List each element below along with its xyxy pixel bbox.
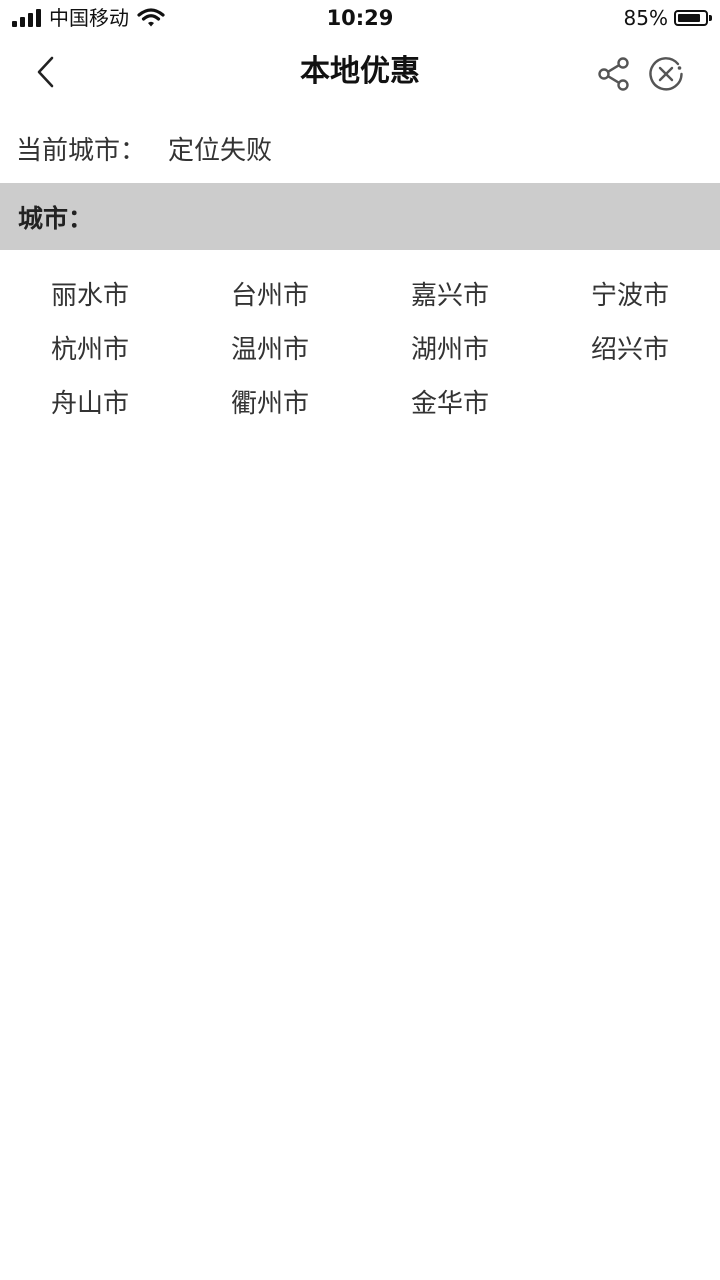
- close-button[interactable]: [646, 54, 686, 94]
- city-grid: 丽水市 台州市 嘉兴市 宁波市 杭州市 温州市 湖州市 绍兴市 舟山市 衢州市 …: [0, 266, 720, 428]
- city-item[interactable]: 舟山市: [0, 374, 180, 428]
- city-section-title: 城市：: [18, 203, 94, 233]
- battery-icon: [674, 10, 712, 26]
- page-title: 本地优惠: [300, 54, 420, 89]
- city-item[interactable]: 丽水市: [0, 266, 180, 320]
- city-item[interactable]: 湖州市: [360, 320, 540, 374]
- chevron-left-icon: [37, 56, 54, 88]
- battery-percentage: 85%: [623, 6, 668, 30]
- current-city-value[interactable]: 定位失败: [168, 130, 272, 167]
- back-button[interactable]: [28, 54, 64, 90]
- share-button[interactable]: [594, 54, 634, 94]
- city-item[interactable]: 嘉兴市: [360, 266, 540, 320]
- status-bar: 中国移动 10:29 85%: [0, 0, 720, 36]
- city-item[interactable]: 绍兴市: [540, 320, 720, 374]
- city-section-header: 城市：: [0, 183, 720, 250]
- close-circle-icon: [649, 57, 683, 91]
- city-item[interactable]: 金华市: [360, 374, 540, 428]
- city-item[interactable]: 台州市: [180, 266, 360, 320]
- status-right: 85%: [623, 4, 712, 32]
- city-item[interactable]: 杭州市: [0, 320, 180, 374]
- current-city-row: 当前城市： 定位失败: [16, 126, 272, 170]
- current-city-label: 当前城市：: [16, 135, 147, 166]
- nav-bar: 本地优惠: [0, 36, 720, 110]
- screen: 中国移动 10:29 85% 本地优惠 当前城市： 定位失败 城市： 丽水市 台…: [0, 0, 720, 1280]
- city-item[interactable]: 温州市: [180, 320, 360, 374]
- status-time: 10:29: [326, 6, 394, 30]
- city-item[interactable]: 宁波市: [540, 266, 720, 320]
- share-icon: [598, 57, 629, 91]
- city-item[interactable]: 衢州市: [180, 374, 360, 428]
- battery-level: [678, 14, 700, 22]
